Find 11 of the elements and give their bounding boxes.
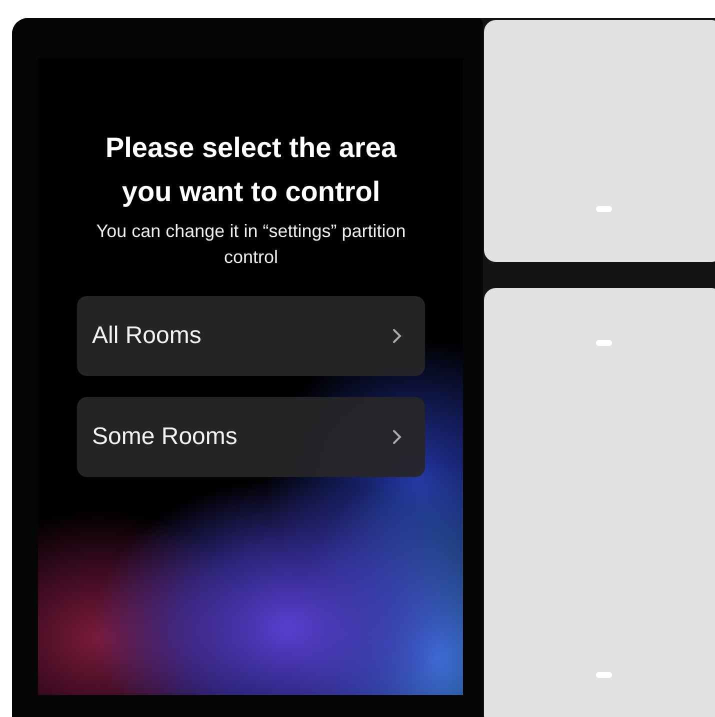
panel-key[interactable] bbox=[484, 20, 715, 262]
panel-key[interactable] bbox=[484, 288, 715, 717]
room-option[interactable]: Some Rooms bbox=[77, 397, 425, 477]
screen-subtitle: You can change it in “settings” partition control bbox=[95, 220, 407, 269]
chevron-right-icon bbox=[391, 327, 403, 345]
indicator-icon bbox=[596, 206, 612, 212]
indicator-icon bbox=[596, 672, 612, 678]
chevron-right-icon bbox=[391, 428, 403, 446]
indicator-icon bbox=[596, 340, 612, 346]
room-option[interactable]: All Rooms bbox=[77, 296, 425, 376]
screen-title: Please select the area you want to control bbox=[104, 131, 398, 209]
